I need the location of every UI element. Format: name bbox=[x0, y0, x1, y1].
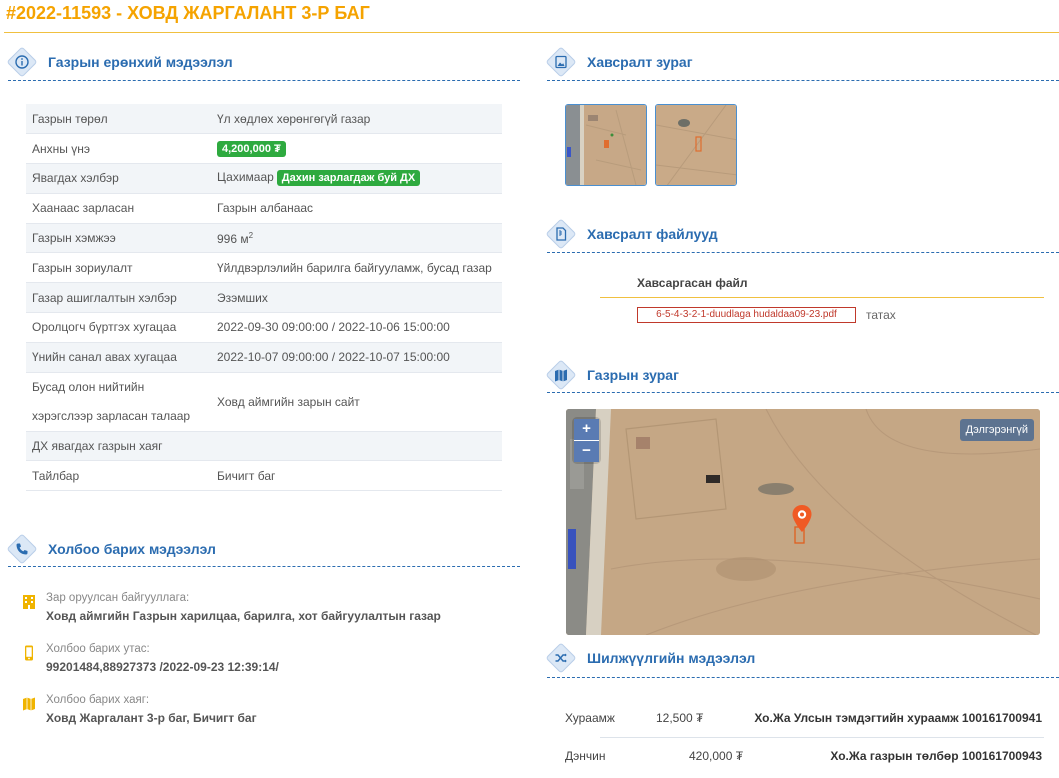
info-label: ДХ явагдах газрын хаяг bbox=[26, 431, 211, 462]
info-label: Газрын төрөл bbox=[26, 104, 211, 135]
section-divider bbox=[547, 677, 1059, 678]
section-photos-header: Хавсралт зураг bbox=[545, 44, 693, 80]
table-row: ДХ явагдах газрын хаяг bbox=[26, 431, 502, 462]
transfer-account: Хо.Жа газрын төлбөр 100161700943 bbox=[830, 749, 1042, 763]
mobile-phone-icon bbox=[25, 645, 33, 661]
location-pin-icon[interactable] bbox=[792, 505, 812, 533]
photo-thumbnail[interactable] bbox=[655, 104, 737, 186]
zoom-out-button[interactable]: − bbox=[574, 441, 599, 462]
image-icon bbox=[545, 46, 577, 78]
table-row: Газрын зориулалт Үйлдвэрлэлийн барилга ба… bbox=[26, 252, 502, 284]
general-info-table: Газрын төрөл Үл хөдлөх хөрөнгөгүй газар А… bbox=[26, 104, 502, 492]
section-divider bbox=[547, 392, 1059, 393]
section-divider bbox=[547, 80, 1059, 81]
info-value: 2022-09-30 09:00:00 / 2022-10-06 15:00:0… bbox=[211, 312, 502, 343]
table-row: Газар ашиглалтын хэлбэр Эзэмших bbox=[26, 282, 502, 314]
page-title: #2022-11593 - ХОВД ЖАРГАЛАНТ 3-Р БАГ bbox=[6, 3, 370, 24]
table-row: Үнийн санал авах хугацаа 2022-10-07 09:00… bbox=[26, 342, 502, 373]
table-row: Явагдах хэлбэр Цахимаар Дахин зарлагдаж бу… bbox=[26, 163, 502, 194]
info-value: Газрын албанаас bbox=[211, 193, 502, 224]
contact-value: 99201484,88927373 /2022-09-23 12:39:14/ bbox=[46, 660, 279, 674]
info-label: Хаанаас зарласан bbox=[26, 193, 211, 224]
transfer-account: Хо.Жа Улсын тэмдэгтийн хураамж 100161700… bbox=[754, 711, 1042, 725]
title-rule bbox=[4, 32, 1059, 33]
section-files-header: Хавсралт файлууд bbox=[545, 216, 718, 252]
info-value: Ховд аймгийн зарын сайт bbox=[211, 372, 502, 432]
title-separator: - bbox=[111, 3, 128, 23]
lot-code: #2022-11593 bbox=[6, 3, 112, 23]
map-icon bbox=[23, 697, 35, 711]
phone-icon bbox=[6, 533, 38, 565]
section-map-header: Газрын зураг bbox=[545, 357, 679, 393]
section-files-title: Хавсралт файлууд bbox=[587, 226, 718, 242]
map-icon bbox=[545, 359, 577, 391]
transfer-row-rule bbox=[600, 737, 1044, 738]
info-label: Оролцогч бүртгэх хугацаа bbox=[26, 312, 211, 343]
section-map-title: Газрын зураг bbox=[587, 367, 679, 383]
info-value: Үйлдвэрлэлийн барилга байгууламж, бусад … bbox=[211, 252, 502, 284]
area-unit-superscript: 2 bbox=[248, 230, 254, 240]
section-photos-title: Хавсралт зураг bbox=[587, 54, 693, 70]
zoom-in-button[interactable]: + bbox=[574, 419, 599, 440]
info-value: 996 м bbox=[217, 231, 249, 246]
building-icon bbox=[23, 595, 35, 609]
contact-value: Ховд Жаргалант 3-р баг, Бичигт баг bbox=[46, 711, 257, 725]
info-label: Газрын хэмжээ bbox=[26, 223, 211, 254]
info-value: Үл хөдлөх хөрөнгөгүй газар bbox=[211, 104, 502, 135]
contact-value: Ховд аймгийн Газрын харилцаа, барилга, х… bbox=[46, 609, 441, 623]
table-row: Анхны үнэ 4,200,000 ₮ bbox=[26, 133, 502, 165]
section-contact-title: Холбоо барих мэдээлэл bbox=[48, 541, 216, 557]
land-map[interactable]: + − Дэлгэрэнгүй bbox=[566, 409, 1040, 635]
info-label: Явагдах хэлбэр bbox=[26, 163, 211, 194]
transfer-amount: 420,000 ₮ bbox=[689, 749, 744, 763]
info-label: Тайлбар bbox=[26, 460, 211, 492]
section-divider bbox=[8, 80, 520, 81]
section-divider bbox=[8, 566, 520, 567]
info-value: Эзэмших bbox=[211, 282, 502, 314]
table-row: Бусад олон нийтийн хэрэгслээр зарласан т… bbox=[26, 372, 502, 432]
info-value: 2022-10-07 09:00:00 / 2022-10-07 15:00:0… bbox=[211, 342, 502, 373]
info-label: Газрын зориулалт bbox=[26, 252, 211, 284]
attached-file-link[interactable]: 6-5-4-3-2-1-duudlaga hudaldaa09-23.pdf bbox=[637, 307, 856, 323]
status-badge: Дахин зарлагдаж буй ДХ bbox=[276, 170, 421, 187]
info-value bbox=[211, 431, 502, 462]
transfer-amount: 12,500 ₮ bbox=[656, 711, 704, 725]
table-row: Тайлбар Бичигт баг bbox=[26, 460, 502, 492]
photo-thumbnail[interactable] bbox=[565, 104, 647, 186]
info-icon bbox=[6, 46, 38, 78]
section-general-header: Газрын ерөнхий мэдээлэл bbox=[6, 44, 233, 80]
table-row: Оролцогч бүртгэх хугацаа 2022-09-30 09:00… bbox=[26, 312, 502, 343]
file-icon bbox=[545, 218, 577, 250]
section-divider bbox=[547, 252, 1059, 253]
download-link[interactable]: татах bbox=[866, 308, 896, 322]
table-row: Хаанаас зарласан Газрын албанаас bbox=[26, 193, 502, 224]
section-contact-header: Холбоо барих мэдээлэл bbox=[6, 531, 216, 567]
contact-label: Зар оруулсан байгууллага: bbox=[46, 592, 190, 604]
info-label: Анхны үнэ bbox=[26, 133, 211, 165]
map-details-button[interactable]: Дэлгэрэнгүй bbox=[959, 419, 1034, 441]
table-row: Газрын төрөл Үл хөдлөх хөрөнгөгүй газар bbox=[26, 104, 502, 135]
starting-price-badge: 4,200,000 ₮ bbox=[217, 140, 286, 157]
info-value: Бичигт баг bbox=[211, 460, 502, 492]
shuffle-icon bbox=[545, 642, 577, 674]
info-value: Цахимаар bbox=[217, 170, 274, 185]
section-transfer-title: Шилжүүлгийн мэдээлэл bbox=[587, 650, 756, 666]
contact-label: Холбоо барих утас: bbox=[46, 643, 150, 655]
table-row: Газрын хэмжээ 996 м2 bbox=[26, 223, 502, 254]
zoom-control: + − bbox=[574, 419, 599, 462]
info-label: Газар ашиглалтын хэлбэр bbox=[26, 282, 211, 314]
info-label: Үнийн санал авах хугацаа bbox=[26, 342, 211, 373]
files-header-rule bbox=[600, 297, 1044, 298]
files-column-header: Хавсаргасан файл bbox=[637, 276, 748, 290]
lot-name: ХОВД ЖАРГАЛАНТ 3-Р БАГ bbox=[127, 3, 370, 23]
info-label: Бусад олон нийтийн хэрэгслээр зарласан т… bbox=[26, 372, 211, 432]
transfer-type: Хураамж bbox=[565, 711, 615, 725]
contact-label: Холбоо барих хаяг: bbox=[46, 694, 150, 706]
transfer-type: Дэнчин bbox=[565, 749, 606, 763]
section-transfer-header: Шилжүүлгийн мэдээлэл bbox=[545, 640, 756, 676]
section-general-title: Газрын ерөнхий мэдээлэл bbox=[48, 54, 233, 70]
